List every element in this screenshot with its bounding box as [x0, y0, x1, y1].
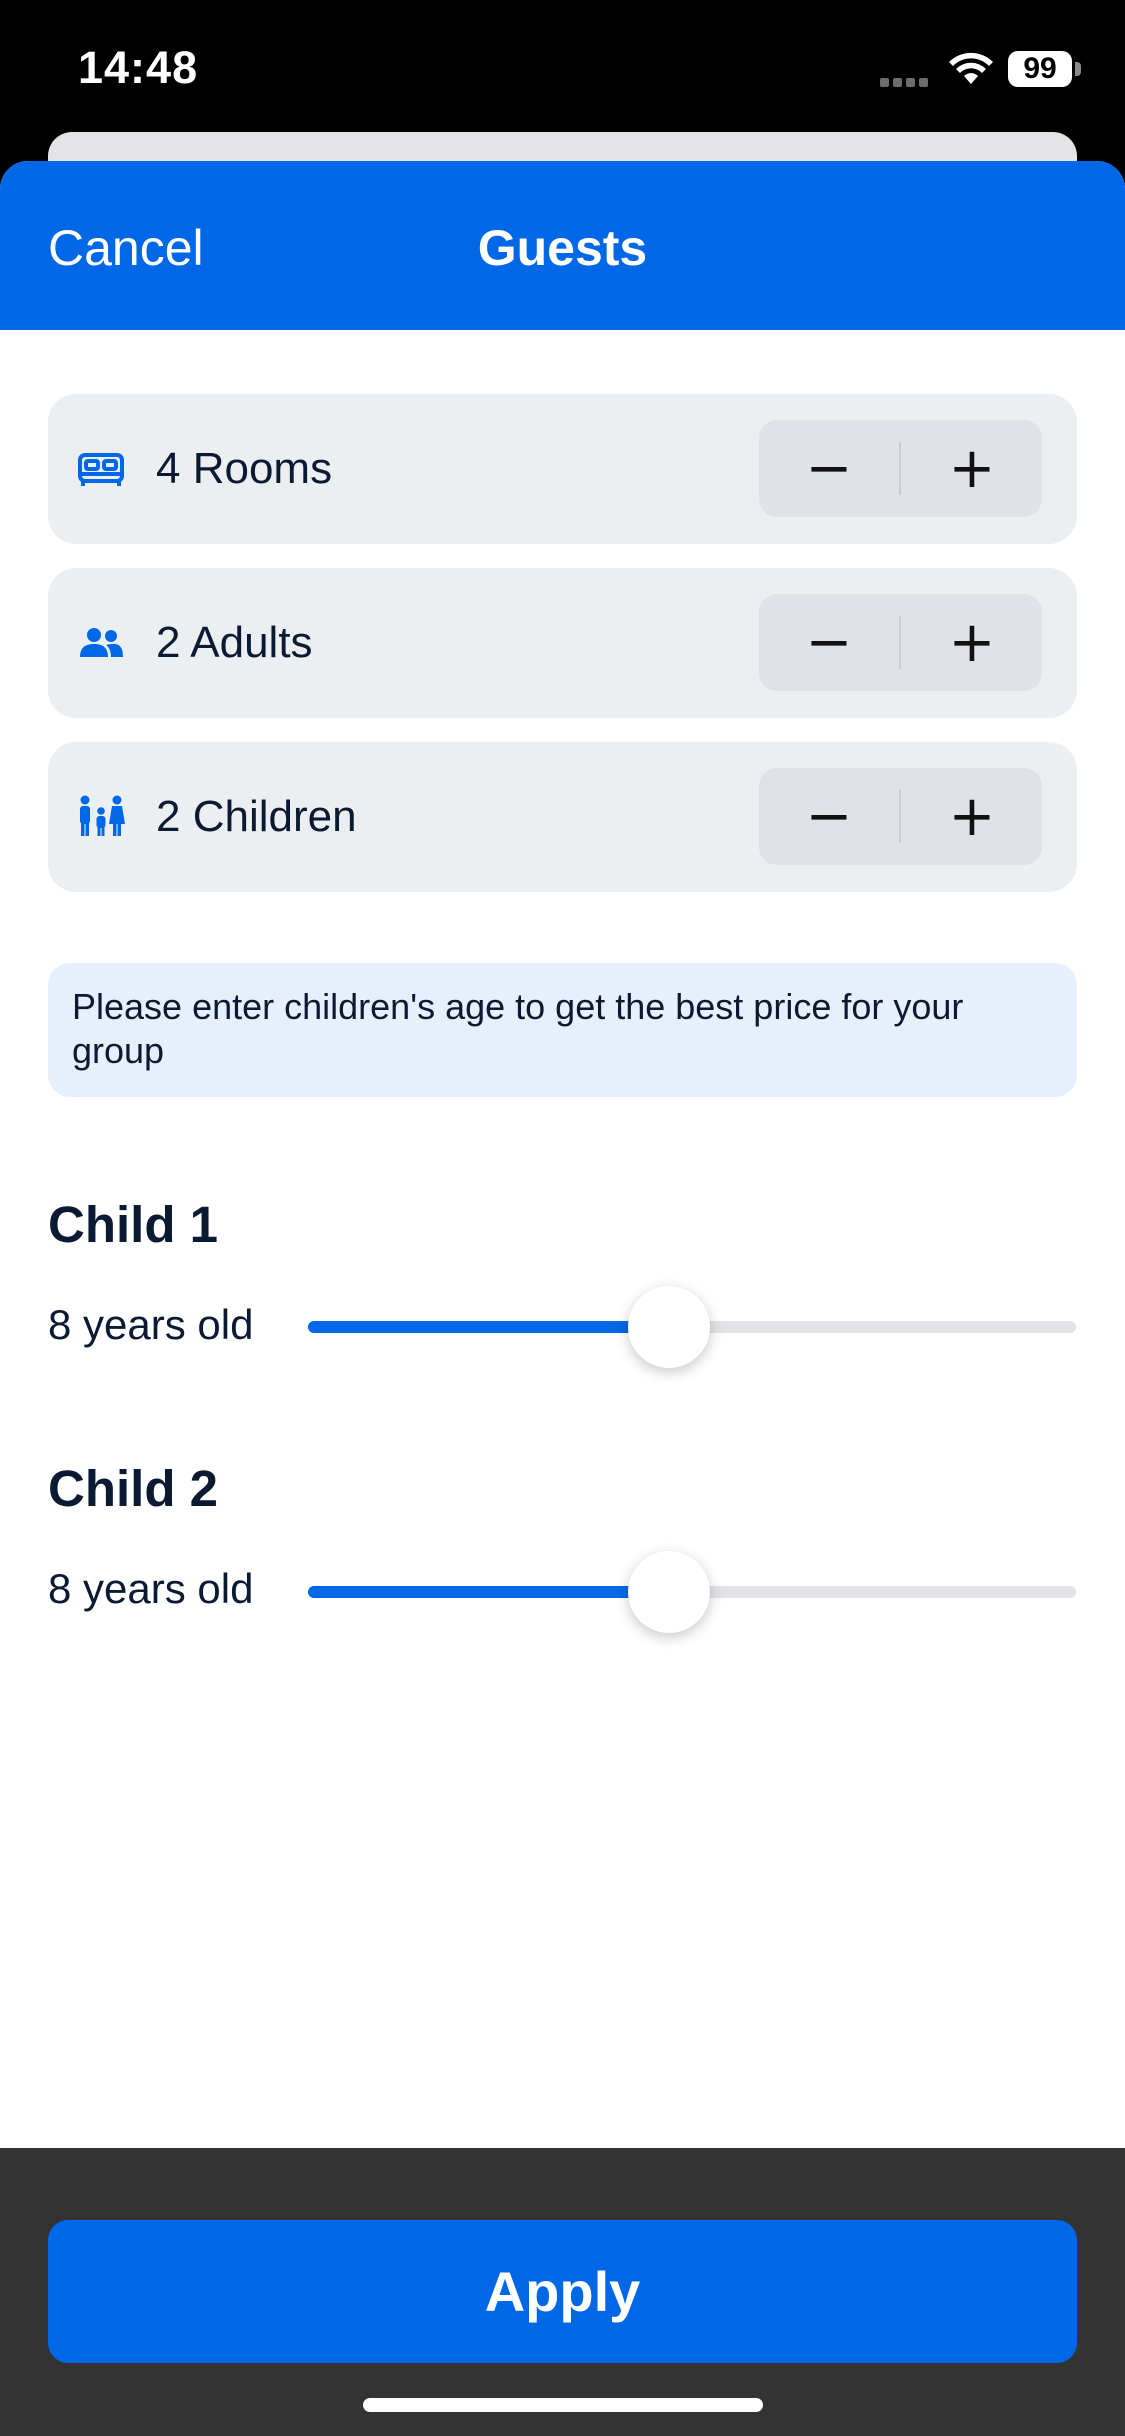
adults-row: 2 Adults − + [48, 568, 1077, 718]
children-row: 2 Children − + [48, 742, 1077, 892]
adults-stepper: − + [759, 594, 1042, 691]
sheet-header: Cancel Guests [0, 161, 1125, 330]
adults-increment-button[interactable]: + [902, 594, 1042, 691]
family-icon [80, 795, 125, 836]
battery-icon: 99 [1008, 51, 1072, 87]
rooms-count-label: 4 Rooms [156, 444, 333, 493]
adults-decrement-button[interactable]: − [759, 594, 899, 691]
battery-level: 99 [1023, 52, 1057, 85]
status-bar: 14:48 99 [0, 0, 1125, 134]
children-stepper: − + [759, 768, 1042, 865]
children-age-info-box: Please enter children's age to get the b… [48, 963, 1077, 1097]
rooms-decrement-button[interactable]: − [759, 420, 899, 517]
bottom-bar: Apply [0, 2148, 1125, 2436]
people-icon [80, 628, 123, 657]
stepper-divider [899, 790, 901, 843]
cellular-signal-icon [880, 74, 932, 87]
rooms-stepper: − + [759, 420, 1042, 517]
rooms-increment-button[interactable]: + [902, 420, 1042, 517]
child-2-title: Child 2 [48, 1460, 219, 1517]
children-increment-button[interactable]: + [902, 768, 1042, 865]
stepper-divider [899, 442, 901, 495]
children-decrement-button[interactable]: − [759, 768, 899, 865]
stepper-divider [899, 616, 901, 669]
children-count-label: 2 Children [156, 792, 357, 841]
adults-count-label: 2 Adults [156, 618, 313, 667]
child-1-title: Child 1 [48, 1196, 219, 1253]
bed-icon [78, 453, 124, 486]
home-indicator [363, 2398, 763, 2412]
child-2-age-label: 8 years old [48, 1565, 254, 1612]
child-1-age-label: 8 years old [48, 1301, 254, 1348]
child-1-age-slider[interactable] [308, 1286, 1076, 1368]
guests-sheet: Cancel Guests 4 Rooms − + 2 Adults − + 2… [0, 161, 1125, 2436]
child-2-age-slider[interactable] [308, 1551, 1076, 1633]
sheet-title: Guests [477, 220, 648, 276]
slider-thumb[interactable] [627, 1286, 710, 1368]
slider-fill [308, 1321, 669, 1333]
apply-button[interactable]: Apply [48, 2220, 1077, 2363]
slider-fill [308, 1586, 669, 1598]
slider-thumb[interactable] [627, 1551, 710, 1633]
status-time: 14:48 [78, 42, 199, 93]
rooms-row: 4 Rooms − + [48, 394, 1077, 544]
battery-nub [1075, 62, 1081, 76]
wifi-icon [949, 52, 993, 84]
